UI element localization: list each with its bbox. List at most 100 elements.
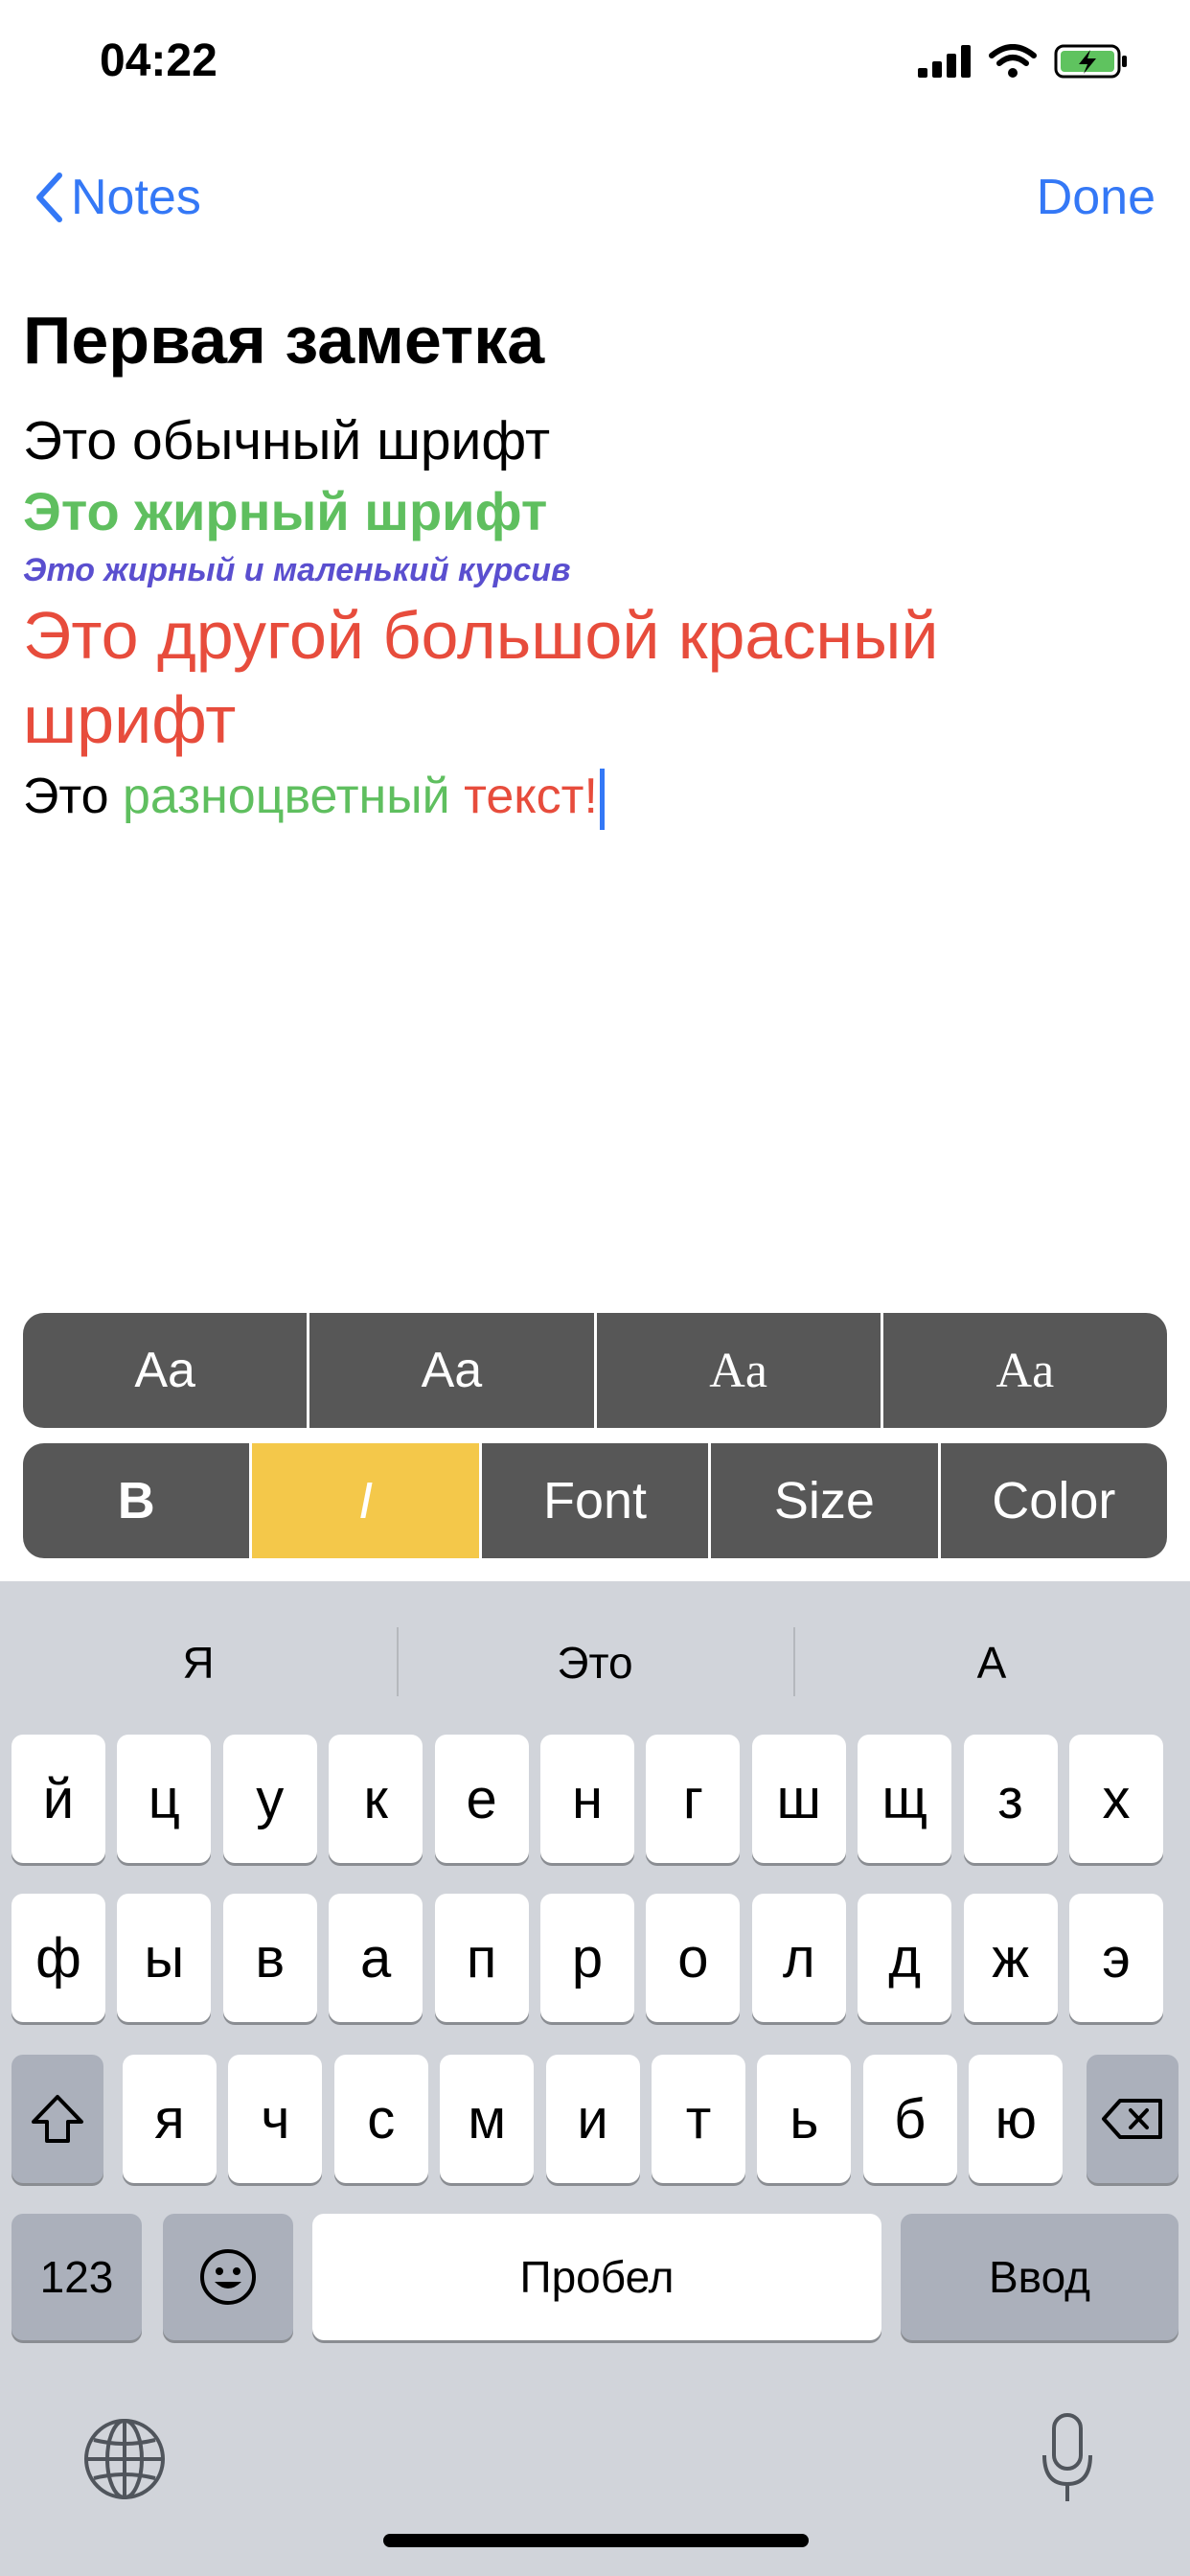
status-bar: 04:22 — [0, 0, 1190, 129]
key-10-row2[interactable]: ж — [963, 1894, 1058, 2022]
key-7-row1[interactable]: г — [646, 1735, 741, 1863]
key-6-row3[interactable]: т — [652, 2055, 745, 2183]
key-3-row3[interactable]: с — [333, 2055, 428, 2183]
chevron-left-icon — [36, 172, 62, 222]
suggestion-2[interactable]: Это — [397, 1610, 793, 1715]
key-label: с — [367, 2087, 396, 2150]
key-11-row1[interactable]: х — [1069, 1735, 1163, 1863]
key-label: п — [466, 1926, 497, 1990]
key-label: л — [782, 1926, 815, 1990]
key-label: ш — [776, 1767, 822, 1830]
note-line-bold-small-italic: Это жирный и маленький курсив — [23, 552, 571, 588]
key-4-row1[interactable]: к — [329, 1735, 423, 1863]
key-6-row2[interactable]: р — [540, 1894, 634, 2022]
size-button[interactable]: Size — [711, 1443, 941, 1558]
cellular-signal-icon — [918, 45, 971, 78]
delete-key[interactable] — [1087, 2055, 1179, 2183]
key-label: н — [571, 1767, 604, 1830]
note-title: Первая заметка — [23, 303, 545, 378]
shift-key[interactable] — [11, 2055, 103, 2183]
key-7-row3[interactable]: ь — [757, 2055, 852, 2183]
key-2-row3[interactable]: ч — [228, 2055, 323, 2183]
style-option-3[interactable]: Aa — [597, 1313, 883, 1428]
font-button[interactable]: Font — [482, 1443, 712, 1558]
key-10-row1[interactable]: з — [963, 1735, 1058, 1863]
note-line-multicolor: Это разноцветный текст! — [23, 762, 1163, 831]
key-label: ы — [144, 1926, 185, 1990]
key-9-row3[interactable]: ю — [969, 2055, 1064, 2183]
suggestion-3[interactable]: А — [793, 1610, 1190, 1715]
key-11-row2[interactable]: э — [1069, 1894, 1163, 2022]
numbers-key-label: 123 — [39, 2252, 114, 2302]
key-label: щ — [881, 1767, 928, 1830]
text-segment-space — [450, 769, 464, 824]
key-1-row1[interactable]: й — [11, 1735, 105, 1863]
text-cursor — [599, 769, 605, 831]
key-3-row1[interactable]: у — [222, 1735, 317, 1863]
key-1-row3[interactable]: я — [123, 2055, 217, 2183]
text-segment-exclamation: ! — [584, 769, 598, 824]
key-label: э — [1102, 1926, 1131, 1990]
key-8-row2[interactable]: л — [751, 1894, 846, 2022]
note-editor[interactable]: Первая заметка Это обычный шрифт Это жир… — [23, 302, 1163, 831]
back-button[interactable]: Notes — [34, 169, 201, 226]
note-line-regular: Это обычный шрифт — [23, 410, 551, 472]
suggestion-1[interactable]: Я — [0, 1610, 397, 1715]
key-label: ж — [992, 1926, 1029, 1990]
key-label: г — [682, 1767, 703, 1830]
format-bar: B I Font Size Color — [23, 1443, 1167, 1558]
key-label: й — [42, 1767, 75, 1830]
microphone-icon — [1042, 2413, 1092, 2501]
key-label: и — [577, 2087, 608, 2150]
key-4-row2[interactable]: а — [329, 1894, 423, 2022]
dictation-button[interactable] — [1039, 2411, 1096, 2507]
return-key-label: Ввод — [988, 2252, 1090, 2302]
key-3-row2[interactable]: в — [222, 1894, 317, 2022]
space-key[interactable]: Пробел — [312, 2214, 881, 2340]
emoji-key[interactable] — [163, 2214, 293, 2340]
key-label: ь — [790, 2087, 819, 2150]
key-label: т — [685, 2087, 712, 2150]
key-9-row1[interactable]: щ — [858, 1735, 952, 1863]
key-label: к — [363, 1767, 388, 1830]
status-icons — [918, 42, 1131, 80]
bold-button[interactable]: B — [23, 1443, 253, 1558]
space-key-label: Пробел — [519, 2252, 675, 2302]
text-segment-green: разноцветный — [122, 769, 450, 824]
globe-button[interactable] — [80, 2415, 169, 2503]
key-1-row2[interactable]: ф — [11, 1894, 105, 2022]
color-button[interactable]: Color — [941, 1443, 1167, 1558]
font-style-bar: Aa Aa Aa Aa — [23, 1313, 1167, 1428]
suggestion-bar: Я Это А — [0, 1610, 1190, 1715]
key-5-row3[interactable]: и — [545, 2055, 640, 2183]
style-option-4[interactable]: Aa — [883, 1313, 1167, 1428]
key-8-row3[interactable]: б — [862, 2055, 957, 2183]
italic-button[interactable]: I — [252, 1443, 482, 1558]
done-button[interactable]: Done — [1037, 169, 1156, 226]
numbers-key[interactable]: 123 — [11, 2214, 142, 2340]
key-2-row1[interactable]: ц — [117, 1735, 212, 1863]
key-5-row1[interactable]: е — [434, 1735, 529, 1863]
home-indicator — [383, 2534, 809, 2547]
key-label: м — [468, 2087, 507, 2150]
navigation-bar: Notes Done — [0, 144, 1190, 259]
key-7-row2[interactable]: о — [646, 1894, 741, 2022]
globe-icon — [84, 2419, 165, 2499]
key-9-row2[interactable]: д — [858, 1894, 952, 2022]
key-label: в — [255, 1926, 286, 1990]
key-2-row2[interactable]: ы — [117, 1894, 212, 2022]
key-6-row1[interactable]: н — [540, 1735, 634, 1863]
style-option-1[interactable]: Aa — [23, 1313, 310, 1428]
note-line-bold: Это жирный шрифт — [23, 481, 548, 541]
key-8-row1[interactable]: ш — [751, 1735, 846, 1863]
key-label: е — [466, 1767, 497, 1830]
key-5-row2[interactable]: п — [434, 1894, 529, 2022]
return-key[interactable]: Ввод — [901, 2214, 1179, 2340]
key-4-row3[interactable]: м — [440, 2055, 535, 2183]
style-option-2[interactable]: Aa — [309, 1313, 597, 1428]
key-label: ю — [995, 2087, 1037, 2150]
status-time: 04:22 — [100, 35, 217, 86]
key-label: х — [1102, 1767, 1131, 1830]
key-label: ф — [35, 1926, 81, 1990]
text-segment-red: текст — [464, 769, 584, 824]
